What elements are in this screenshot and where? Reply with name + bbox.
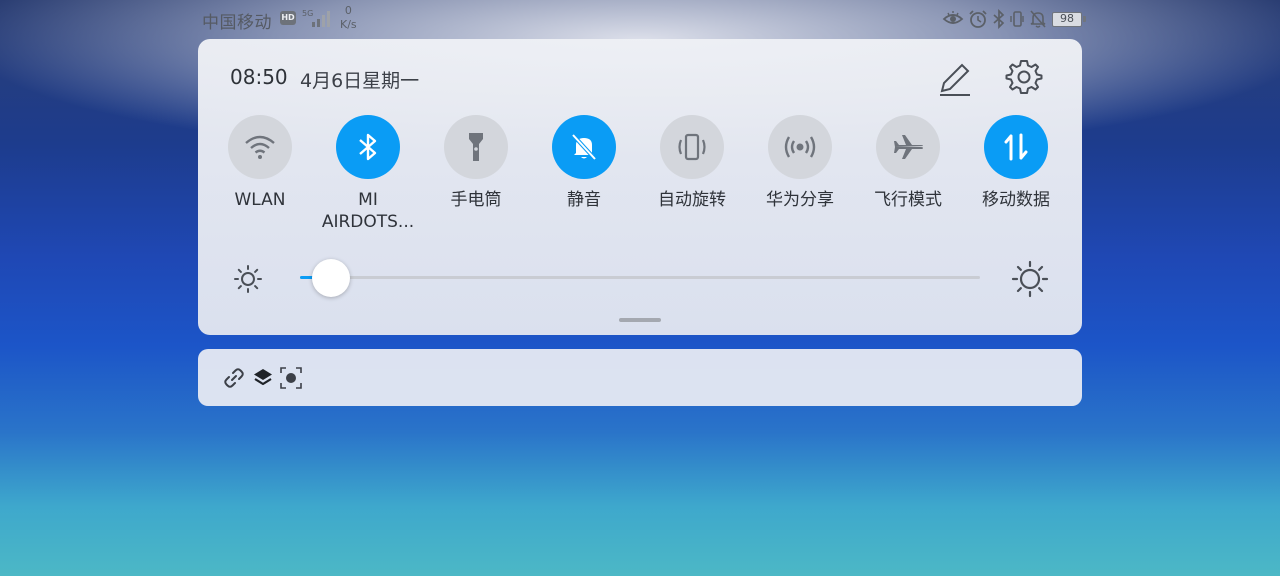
tile-label: 自动旋转 (658, 190, 726, 210)
tile-wlan-button[interactable] (228, 115, 292, 179)
battery-indicator: 98 (1052, 11, 1086, 27)
tile-label: 飞行模式 (874, 190, 942, 210)
quick-settings-panel: 08:50 4月6日星期一 WLAN MI AIRDOTS... 手电筒 静音 … (198, 39, 1082, 335)
hd-badge: HD (280, 11, 296, 25)
tile-auto-rotate-button[interactable] (660, 115, 724, 179)
flashlight-icon (469, 133, 483, 161)
eye-comfort-icon (942, 11, 964, 24)
carrier-name: 中国移动 (202, 13, 272, 33)
bluetooth-icon (359, 133, 377, 161)
tile-label: WLAN (234, 190, 286, 210)
date-label[interactable]: 4月6日星期一 (300, 66, 419, 93)
tile-auto-rotate[interactable]: 自动旋转 (636, 115, 748, 211)
signal-icon: 5G (302, 9, 330, 27)
panel-drag-handle[interactable] (619, 318, 661, 322)
tile-airplane-mode-button[interactable] (876, 115, 940, 179)
edit-icon[interactable] (934, 59, 974, 99)
tile-airplane-mode[interactable]: 飞行模式 (852, 115, 964, 211)
tile-label: 手电筒 (450, 190, 502, 210)
quick-toggle-grid: WLAN MI AIRDOTS... 手电筒 静音 自动旋转 华为分享 飞行模式… (218, 115, 1078, 245)
status-icons: 98 (942, 8, 1086, 30)
alarm-icon (969, 10, 987, 28)
brightness-high-icon (1011, 260, 1049, 298)
tile-label: 移动数据 (982, 190, 1050, 210)
mobile-data-icon (1004, 133, 1028, 161)
tile-flashlight[interactable]: 手电筒 (420, 115, 532, 211)
layers-icon (254, 369, 272, 386)
settings-gear-icon[interactable] (1004, 57, 1044, 97)
tile-label: 华为分享 (766, 190, 834, 210)
screen-record-icon (280, 367, 302, 389)
mute-bell-icon (571, 133, 597, 161)
auto-rotate-icon (678, 133, 706, 161)
tile-wlan[interactable]: WLAN (204, 115, 316, 211)
bluetooth-icon (993, 9, 1005, 29)
vibrate-icon (1010, 11, 1024, 27)
tile-huawei-share[interactable]: 华为分享 (744, 115, 856, 211)
tile-bluetooth-button[interactable] (336, 115, 400, 179)
network-speed: 0 K/s (340, 4, 357, 32)
airplane-icon (894, 135, 923, 159)
link-icon (224, 368, 244, 388)
tile-mute[interactable]: 静音 (528, 115, 640, 211)
huawei-share-icon (784, 136, 816, 158)
tile-flashlight-button[interactable] (444, 115, 508, 179)
tile-bluetooth[interactable]: MI AIRDOTS... (312, 115, 424, 233)
speed-value: 0 (344, 4, 352, 17)
wifi-icon (245, 135, 275, 159)
tile-mobile-data[interactable]: 移动数据 (960, 115, 1072, 211)
brightness-slider-thumb[interactable] (311, 259, 350, 297)
tile-label: MI AIRDOTS... (321, 190, 415, 232)
notification-card[interactable] (198, 349, 1082, 406)
tile-huawei-share-button[interactable] (768, 115, 832, 179)
tile-mobile-data-button[interactable] (984, 115, 1048, 179)
brightness-slider-track[interactable] (300, 276, 980, 279)
mute-icon (1030, 10, 1046, 28)
network-type: 5G (302, 9, 313, 18)
clock-time[interactable]: 08:50 (230, 65, 288, 89)
status-bar: 中国移动 HD 5G 0 K/s 98 (198, 0, 1086, 38)
speed-unit: K/s (340, 18, 357, 31)
tile-mute-button[interactable] (552, 115, 616, 179)
tile-label: 静音 (567, 190, 601, 210)
brightness-low-icon (234, 265, 262, 293)
